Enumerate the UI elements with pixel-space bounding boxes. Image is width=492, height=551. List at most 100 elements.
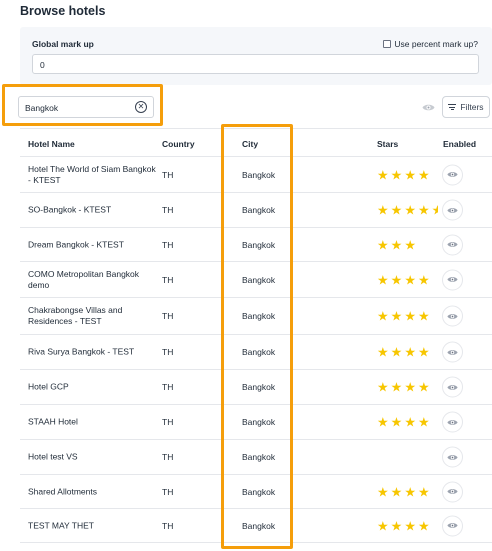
country-cell: TH [162,274,174,285]
enabled-toggle-button[interactable] [442,269,463,290]
city-cell: Bangkok [242,311,276,321]
star-icon: ★ [417,308,430,324]
star-icon: ★ [390,308,403,324]
star-icon: ★ [417,272,430,287]
star-icon: ★ [390,237,403,252]
table-row[interactable]: TEST MAY THET TH Bangkok ★ ★ ★ ★ [20,509,492,543]
enabled-toggle-button[interactable] [442,164,463,185]
star-icon: ★ [417,344,430,360]
star-icon: ★ [404,167,416,182]
table-row[interactable]: STAAH Hotel TH Bangkok ★ ★ ★ ★ [20,405,492,440]
star-icon: ★ [377,518,389,533]
star-icon: ★ [377,414,389,430]
eye-icon [447,523,458,528]
star-icon: ★ [404,202,416,218]
filters-label: Filters [460,102,484,112]
city-cell: Bangkok [242,417,276,427]
star-icon: ★ [390,484,403,499]
star-icon: ★ [404,308,416,324]
filter-lines-icon [448,104,457,110]
enabled-toggle-button[interactable] [442,341,463,363]
table-row[interactable]: COMO Metropolitan Bangkok demo TH Bangkok ★… [20,262,492,298]
global-markup-input[interactable]: 0 [32,54,479,74]
filters-button[interactable]: Filters [442,96,490,118]
table-row[interactable]: Hotel GCP TH Bangkok ★ ★ ★ ★ [20,370,492,405]
header-country[interactable]: Country [162,139,195,149]
table-row[interactable]: Dream Bangkok - KTEST TH Bangkok ★ ★ ★ [20,228,492,262]
header-enabled[interactable]: Enabled [443,139,476,149]
star-icon: ★ [390,202,403,218]
city-cell: Bangkok [242,486,276,497]
global-markup-label: Global mark up [32,39,94,49]
enabled-toggle-button[interactable] [442,411,463,433]
star-icon: ★ [404,379,416,395]
table-header: Hotel Name Country City Stars Enabled [20,129,492,157]
visibility-toggle-button[interactable] [418,98,438,116]
enabled-toggle-button[interactable] [442,234,463,255]
stars-cell: ★ ★ ★ ★ [377,381,430,394]
table-row[interactable]: Chakrabongse Villas and Residences - TES… [20,298,492,335]
hotel-name-cell: Hotel The World of Siam Bangkok - KTEST [28,163,156,185]
table-row[interactable]: Riva Surya Bangkok - TEST TH Bangkok ★ ★ ★ ★ [20,335,492,370]
star-icon: ★ [377,272,389,287]
stars-cell: ★ ★ ★ ★ [377,273,430,286]
city-cell: Bangkok [242,347,276,357]
table-row[interactable]: Hotel test VS TH Bangkok [20,440,492,475]
hotel-name-cell: Hotel test VS [28,451,78,462]
hotel-name-cell: Chakrabongse Villas and Residences - TES… [28,305,123,326]
stars-cell: ★ ★ ★ ★ [377,485,430,498]
eye-icon [447,172,458,177]
hotel-name-cell: Shared Allotments [28,486,97,496]
star-icon: ★ [417,379,430,395]
percent-markup-option[interactable]: Use percent mark up? [383,39,478,49]
star-icon: ★ [404,344,416,360]
hotel-name-cell: TEST MAY THET [28,520,94,530]
eye-icon [447,419,458,425]
star-icon: ★ [404,272,416,287]
stars-cell: ★ ★ ★ ★ [377,310,430,323]
country-cell: TH [162,486,174,497]
hotel-name-cell: SO-Bangkok - KTEST [28,204,112,215]
percent-markup-label: Use percent mark up? [394,39,478,49]
header-city[interactable]: City [242,139,258,149]
hotel-name-cell: Riva Surya Bangkok - TEST [28,346,135,357]
eye-icon [447,349,458,355]
star-icon: ★ [377,202,389,218]
hotels-table: Hotel Name Country City Stars Enabled Ho… [20,128,492,543]
country-cell: TH [162,452,174,462]
enabled-toggle-button[interactable] [442,376,463,398]
search-highlight-box [2,84,163,126]
enabled-toggle-button[interactable] [442,199,463,221]
percent-markup-checkbox[interactable] [383,40,392,48]
eye-icon [447,207,458,213]
eye-icon [447,277,458,282]
country-cell: TH [162,239,174,250]
enabled-toggle-button[interactable] [442,481,463,502]
star-icon: ★ [390,414,403,430]
stars-cell: ★ ★ ★ ★ [377,346,430,359]
eye-icon [447,242,458,247]
half-star-icon: ★ [431,203,438,217]
country-cell: TH [162,382,174,392]
stars-cell: ★ ★ ★ ★ ★ [377,204,438,217]
enabled-toggle-button[interactable] [442,515,463,536]
header-stars[interactable]: Stars [377,139,398,149]
stars-cell: ★ ★ ★ ★ [377,168,430,181]
table-row[interactable]: SO-Bangkok - KTEST TH Bangkok ★ ★ ★ ★ ★ [20,193,492,228]
city-cell: Bangkok [242,382,276,392]
city-cell: Bangkok [242,205,276,215]
enabled-toggle-button[interactable] [442,305,463,327]
star-icon: ★ [404,237,416,252]
country-cell: TH [162,417,174,427]
star-icon: ★ [377,167,389,182]
stars-cell: ★ ★ ★ ★ [377,519,430,532]
table-row[interactable]: Hotel The World of Siam Bangkok - KTEST T… [20,157,492,193]
star-icon: ★ [390,518,403,533]
star-icon: ★ [377,308,389,324]
header-hotel-name[interactable]: Hotel Name [28,139,75,149]
stars-cell: ★ ★ ★ ★ [377,416,430,429]
star-icon: ★ [377,484,389,499]
enabled-toggle-button[interactable] [442,446,463,468]
country-cell: TH [162,347,174,357]
table-row[interactable]: Shared Allotments TH Bangkok ★ ★ ★ ★ [20,475,492,509]
